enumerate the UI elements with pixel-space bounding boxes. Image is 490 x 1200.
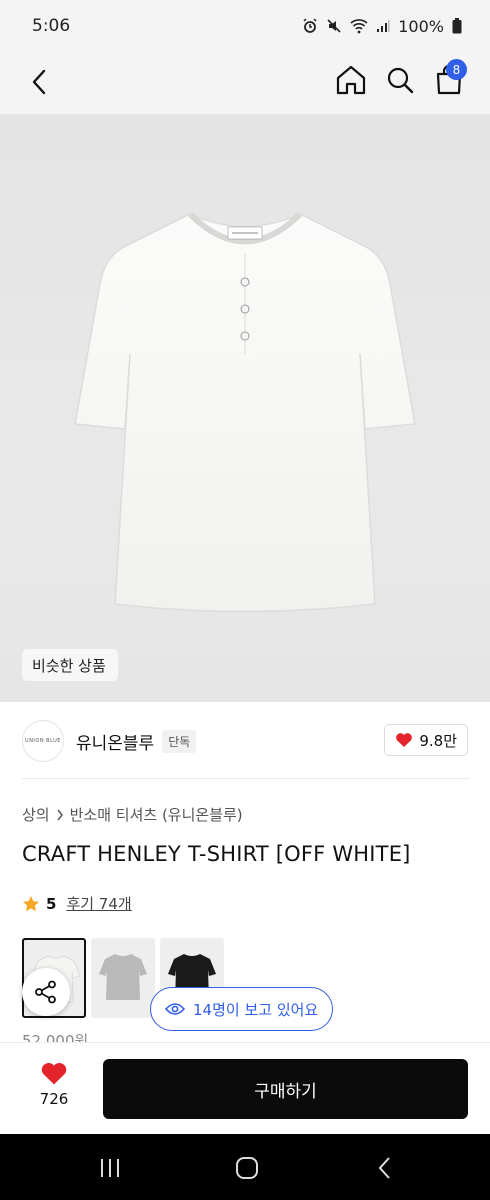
back-button[interactable] bbox=[22, 64, 58, 100]
wifi-icon bbox=[350, 19, 368, 34]
search-button[interactable] bbox=[382, 62, 418, 98]
exclusive-badge: 단독 bbox=[162, 729, 197, 753]
similar-products-label: 비슷한 상품 bbox=[32, 656, 106, 675]
viewers-text: 14명이 보고 있어요 bbox=[193, 1000, 319, 1019]
product-title: CRAFT HENLEY T-SHIRT [OFF WHITE] bbox=[22, 842, 411, 866]
divider bbox=[22, 778, 470, 779]
heart-icon bbox=[396, 733, 413, 747]
brand-row: UNION BLUE 유니온블루 단독 9.8만 bbox=[22, 715, 470, 767]
battery-icon bbox=[452, 18, 462, 34]
wishlist-count: 726 bbox=[39, 1090, 69, 1108]
home-button[interactable] bbox=[333, 62, 369, 98]
heart-icon bbox=[41, 1062, 67, 1085]
brand-name[interactable]: 유니온블루 bbox=[76, 729, 154, 754]
alarm-icon bbox=[303, 18, 317, 33]
chevron-right-icon bbox=[57, 809, 63, 820]
cart-count-badge: 8 bbox=[446, 59, 467, 80]
swatch-gray[interactable] bbox=[91, 938, 155, 1018]
product-price: 52,000원 bbox=[22, 1032, 89, 1042]
share-button[interactable] bbox=[22, 968, 70, 1016]
star-icon bbox=[23, 895, 39, 911]
signal-icon bbox=[377, 20, 390, 32]
review-count-link[interactable]: 후기 74개 bbox=[66, 893, 131, 914]
battery-percent: 100% bbox=[398, 16, 444, 36]
brand-like-button[interactable]: 9.8만 bbox=[384, 724, 468, 756]
brand-like-count: 9.8만 bbox=[419, 731, 457, 750]
t-shirt-thumbnail bbox=[99, 954, 147, 1000]
back-nav-button[interactable] bbox=[370, 1154, 400, 1182]
home-circle-icon bbox=[236, 1157, 258, 1179]
product-image[interactable]: 비슷한 상품 bbox=[0, 114, 490, 702]
rating-row: 5 후기 74개 bbox=[22, 893, 132, 914]
t-shirt-illustration bbox=[74, 211, 416, 613]
brand-logo[interactable]: UNION BLUE bbox=[22, 720, 64, 762]
breadcrumb-subcategory[interactable]: 반소매 티셔츠 (유니온블루) bbox=[70, 804, 243, 825]
home-nav-button[interactable] bbox=[232, 1154, 262, 1182]
top-nav-bar bbox=[0, 52, 490, 114]
status-icons: 100% bbox=[302, 17, 462, 36]
bottom-action-bar: 726 구매하기 bbox=[0, 1042, 490, 1134]
recent-apps-icon bbox=[101, 1159, 119, 1177]
chevron-left-icon bbox=[32, 69, 46, 95]
back-chevron-icon bbox=[378, 1157, 390, 1179]
eye-icon bbox=[165, 1003, 185, 1015]
viewers-indicator: 14명이 보고 있어요 bbox=[150, 987, 334, 1031]
home-icon bbox=[336, 65, 366, 95]
status-time: 5:06 bbox=[32, 16, 71, 36]
buy-button[interactable]: 구매하기 bbox=[103, 1059, 468, 1119]
recent-apps-button[interactable] bbox=[95, 1154, 125, 1182]
system-nav-bar bbox=[0, 1134, 490, 1200]
rating-value: 5 bbox=[46, 894, 57, 913]
share-icon bbox=[35, 980, 56, 1004]
breadcrumb-category[interactable]: 상의 bbox=[22, 804, 50, 825]
mute-icon bbox=[327, 19, 341, 33]
status-bar: 5:06 100% bbox=[0, 0, 490, 52]
breadcrumb: 상의 반소매 티셔츠 (유니온블루) bbox=[22, 804, 243, 825]
search-icon bbox=[387, 67, 414, 94]
similar-products-button[interactable]: 비슷한 상품 bbox=[22, 649, 118, 681]
wishlist-button[interactable]: 726 bbox=[22, 1061, 86, 1121]
